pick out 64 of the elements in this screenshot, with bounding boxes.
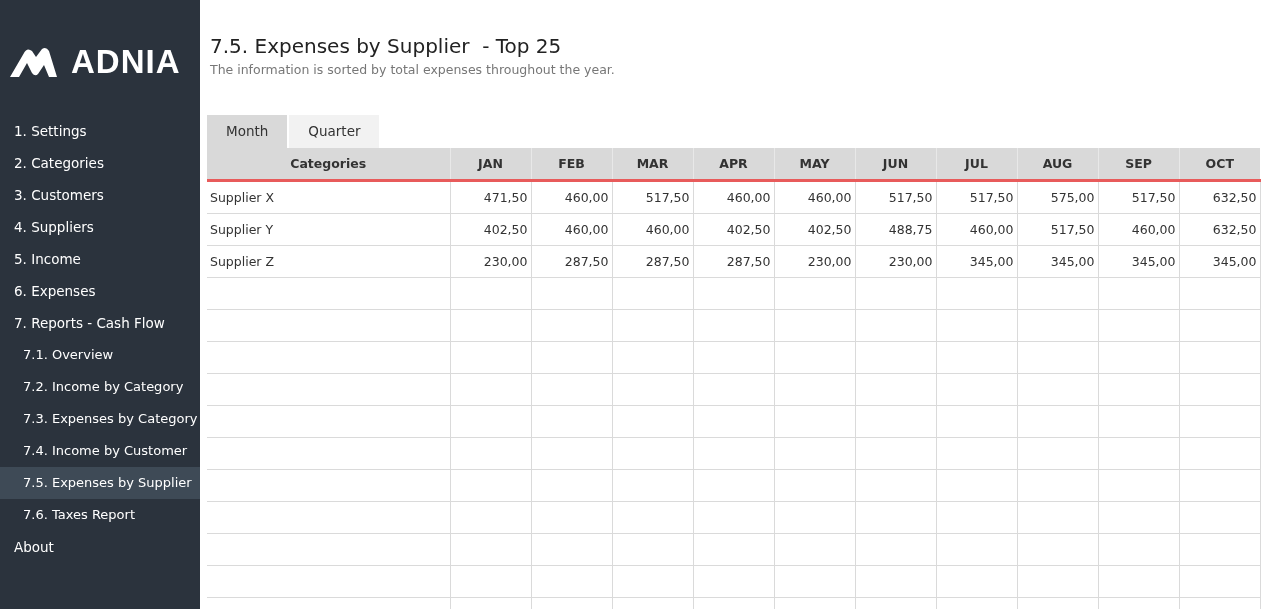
column-header: AUG — [1017, 148, 1098, 181]
table-cell: 471,50 — [450, 180, 531, 214]
tab[interactable]: Quarter — [289, 115, 380, 148]
logo-icon — [10, 47, 57, 77]
table-cell: 345,00 — [936, 245, 1017, 278]
sidebar-item[interactable]: 7.2. Income by Category — [0, 371, 200, 403]
table-cell: 517,50 — [1098, 180, 1179, 214]
table-cell: 230,00 — [450, 245, 531, 278]
table-cell: 460,00 — [774, 180, 855, 214]
table-cell: 230,00 — [855, 245, 936, 278]
sidebar-item[interactable]: 2. Categories — [0, 147, 200, 179]
table-cell: 488,75 — [855, 213, 936, 246]
table-cell: 230,00 — [774, 245, 855, 278]
table-cell: 287,50 — [693, 245, 774, 278]
sidebar-item[interactable]: 5. Income — [0, 243, 200, 275]
page-subtitle: The information is sorted by total expenses throughout the year. — [210, 62, 616, 77]
table-cell: 345,00 — [1179, 245, 1260, 278]
sidebar-item[interactable]: 7. Reports - Cash Flow — [0, 307, 200, 339]
sidebar-item[interactable]: 6. Expenses — [0, 275, 200, 307]
column-header: JUL — [936, 148, 1017, 181]
sidebar-item[interactable]: 1. Settings — [0, 115, 200, 147]
table-cell: 402,50 — [450, 213, 531, 246]
sidebar-item[interactable]: 7.6. Taxes Report — [0, 499, 200, 531]
table-cell: 287,50 — [531, 245, 612, 278]
table-cell: 632,50 — [1179, 213, 1260, 246]
sidebar-item[interactable]: 4. Suppliers — [0, 211, 200, 243]
column-header: APR — [693, 148, 774, 181]
table-cell: 517,50 — [612, 180, 693, 214]
table-cell: Supplier Z — [207, 245, 450, 278]
column-header: MAR — [612, 148, 693, 181]
sidebar-item[interactable]: 7.3. Expenses by Category — [0, 403, 200, 435]
sidebar-item[interactable]: 7.5. Expenses by Supplier — [0, 467, 200, 499]
table-cell: 460,00 — [531, 213, 612, 246]
sidebar-item[interactable]: 7.4. Income by Customer — [0, 435, 200, 467]
column-header: FEB — [531, 148, 612, 181]
table-cell: 575,00 — [1017, 180, 1098, 214]
table-cell: 402,50 — [774, 213, 855, 246]
table-cell: 460,00 — [531, 180, 612, 214]
column-header: JAN — [450, 148, 531, 181]
table-cell: 517,50 — [855, 180, 936, 214]
table-cell: 632,50 — [1179, 180, 1260, 214]
table-cell: 460,00 — [693, 180, 774, 214]
table-cell: Supplier Y — [207, 213, 450, 246]
column-header: OCT — [1179, 148, 1260, 181]
page-title: 7.5. Expenses by Supplier - Top 25 — [210, 34, 563, 58]
table-cell: 460,00 — [936, 213, 1017, 246]
column-header: JUN — [855, 148, 936, 181]
sidebar-item[interactable]: 7.1. Overview — [0, 339, 200, 371]
table-cell: 287,50 — [612, 245, 693, 278]
column-header: SEP — [1098, 148, 1179, 181]
tab[interactable]: Month — [207, 115, 288, 148]
table-cell: 345,00 — [1017, 245, 1098, 278]
column-header: Categories — [207, 148, 450, 181]
table-cell: Supplier X — [207, 180, 450, 214]
table-cell: 517,50 — [936, 180, 1017, 214]
column-header: MAY — [774, 148, 855, 181]
sidebar-item[interactable]: 3. Customers — [0, 179, 200, 211]
table-cell: 402,50 — [693, 213, 774, 246]
table-cell: 345,00 — [1098, 245, 1179, 278]
sidebar-item[interactable]: About — [0, 531, 200, 563]
logo-text: ADNIA — [71, 43, 181, 81]
table-cell: 517,50 — [1017, 213, 1098, 246]
table-cell: 460,00 — [1098, 213, 1179, 246]
table-cell: 460,00 — [612, 213, 693, 246]
